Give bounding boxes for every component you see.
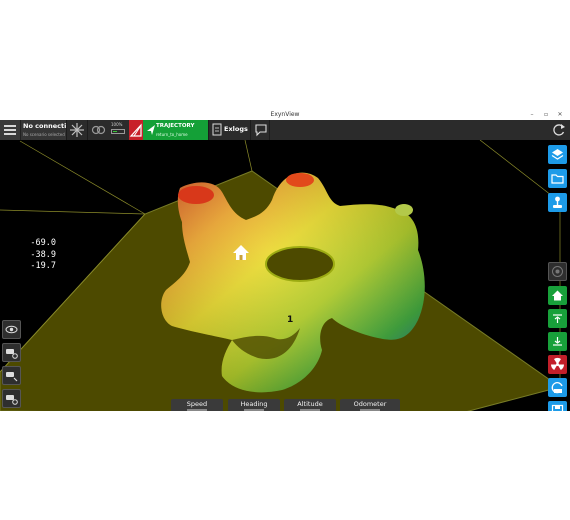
home-button[interactable] <box>548 286 567 305</box>
return-button[interactable] <box>548 378 567 397</box>
heading-gauge: Heading <box>228 399 280 411</box>
takeoff-button[interactable] <box>548 309 567 328</box>
land-icon <box>553 337 562 346</box>
heading-label: Heading <box>240 400 268 408</box>
coordinate-readout: -69.0 -38.9 -19.7 <box>30 238 56 273</box>
maximize-button[interactable]: ▫ <box>540 109 552 120</box>
trajectory-subtitle: return_to_home <box>156 132 188 137</box>
sensor-toggle-button[interactable] <box>87 120 107 140</box>
joystick-button[interactable] <box>548 193 567 212</box>
speed-label: Speed <box>186 400 208 408</box>
folder-icon <box>551 174 564 184</box>
3d-viewport[interactable] <box>0 140 570 411</box>
minimize-button[interactable]: – <box>526 109 538 120</box>
home-icon <box>552 290 563 301</box>
battery-status: 100% <box>108 120 129 140</box>
layers-button[interactable] <box>548 145 567 164</box>
rotor-button[interactable] <box>66 120 86 140</box>
waypoint-label: 1 <box>287 315 294 325</box>
connection-subtitle: No scenario selected <box>23 132 65 137</box>
connection-title: No connectio <box>23 122 71 130</box>
signal-alert-button[interactable] <box>129 120 143 140</box>
coordinate-x: -69.0 <box>30 238 56 248</box>
refresh-icon <box>553 124 565 136</box>
robot-view-button[interactable] <box>2 366 21 385</box>
altitude-label: Altitude <box>297 400 323 408</box>
speed-gauge: Speed <box>171 399 223 411</box>
coordinate-y: -38.9 <box>30 249 56 260</box>
top-toolbar: No connectio No scenario selected 100% T… <box>0 120 570 140</box>
messages-button[interactable] <box>250 120 270 140</box>
rotor-icon <box>70 123 84 137</box>
log-file-icon <box>212 123 222 136</box>
joystick-icon <box>553 196 562 208</box>
signal-warning-icon <box>129 123 142 137</box>
sensor-icon <box>91 125 106 135</box>
title-bar: ExynView – ▫ ✕ <box>0 109 570 120</box>
refresh-button[interactable] <box>548 120 570 140</box>
odometer-label: Odometer <box>353 400 387 408</box>
radiation-icon <box>551 357 564 370</box>
radiation-button[interactable] <box>548 355 567 374</box>
eye-icon <box>5 325 18 334</box>
folder-button[interactable] <box>548 169 567 188</box>
odometer-gauge: Odometer <box>340 399 400 411</box>
land-button[interactable] <box>548 332 567 351</box>
visibility-button[interactable] <box>2 320 21 339</box>
robot-settings-icon <box>6 349 18 359</box>
camera-record-icon <box>552 266 563 277</box>
return-icon <box>551 382 563 394</box>
robot-settings-button[interactable] <box>2 343 21 362</box>
battery-percent: 100% <box>111 122 123 127</box>
save-icon <box>551 404 564 411</box>
coordinate-z: -19.7 <box>30 261 56 271</box>
altitude-gauge: Altitude <box>284 399 336 411</box>
connection-status[interactable]: No connectio No scenario selected <box>20 120 71 140</box>
robot-settings-alt-button[interactable] <box>2 389 21 408</box>
trajectory-title: TRAJECTORY <box>156 123 195 129</box>
app-window: ExynView – ▫ ✕ No connectio No scenario … <box>0 109 570 411</box>
save-button[interactable] <box>548 401 567 411</box>
exlogs-label: Exlogs <box>224 125 248 133</box>
close-button[interactable]: ✕ <box>554 109 566 120</box>
exlogs-button[interactable]: Exlogs <box>208 120 250 140</box>
trajectory-button[interactable]: TRAJECTORY return_to_home <box>143 120 208 140</box>
window-title: ExynView <box>270 111 300 118</box>
menu-button[interactable] <box>0 120 20 140</box>
layers-icon <box>551 149 564 160</box>
record-button[interactable] <box>548 262 567 281</box>
takeoff-icon <box>553 314 562 323</box>
robot-view-icon <box>6 372 18 382</box>
chat-icon <box>255 124 267 137</box>
battery-icon <box>111 129 125 134</box>
robot-settings-alt-icon <box>6 395 18 405</box>
